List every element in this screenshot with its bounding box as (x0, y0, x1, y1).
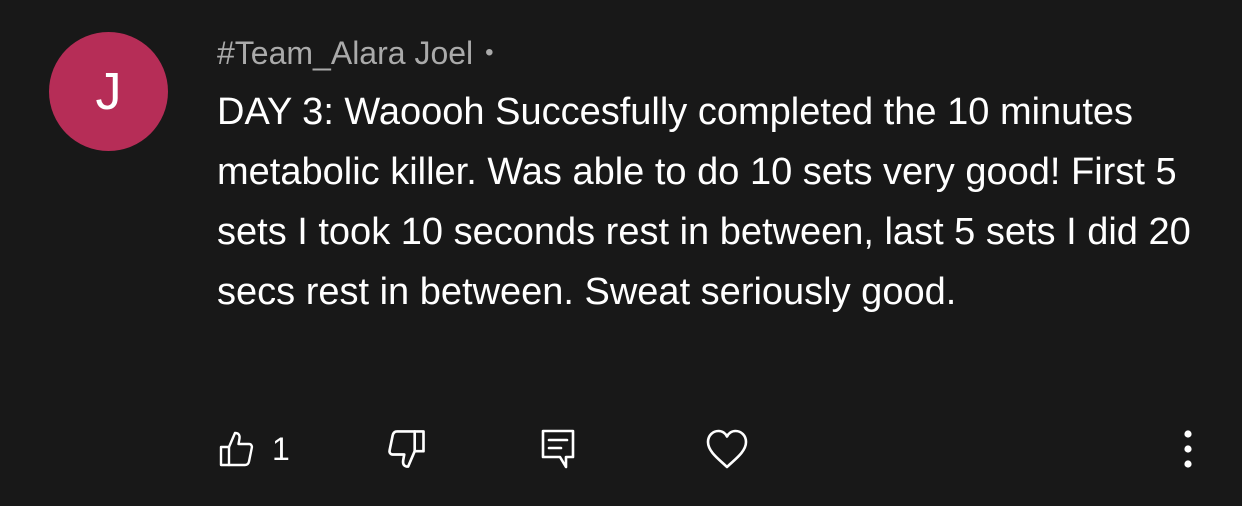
reply-comment-icon (538, 426, 580, 472)
reply-button[interactable] (538, 422, 580, 476)
avatar[interactable]: J (49, 32, 168, 151)
like-button[interactable]: 1 (216, 422, 290, 476)
more-vertical-icon (1170, 426, 1206, 472)
separator-dot: • (485, 39, 494, 66)
heart-icon (704, 427, 750, 471)
avatar-initial: J (95, 62, 122, 121)
dislike-button[interactable] (385, 422, 429, 476)
author-name[interactable]: #Team_Alara Joel (217, 35, 473, 72)
heart-button[interactable] (704, 422, 750, 476)
thumbs-up-icon (216, 429, 256, 469)
like-count: 1 (272, 430, 290, 467)
thumbs-down-icon (385, 427, 429, 471)
comment-text: DAY 3: Waoooh Succesfully completed the … (217, 91, 1191, 313)
more-options-button[interactable] (1170, 422, 1206, 476)
comment-header: #Team_Alara Joel • (217, 30, 494, 76)
